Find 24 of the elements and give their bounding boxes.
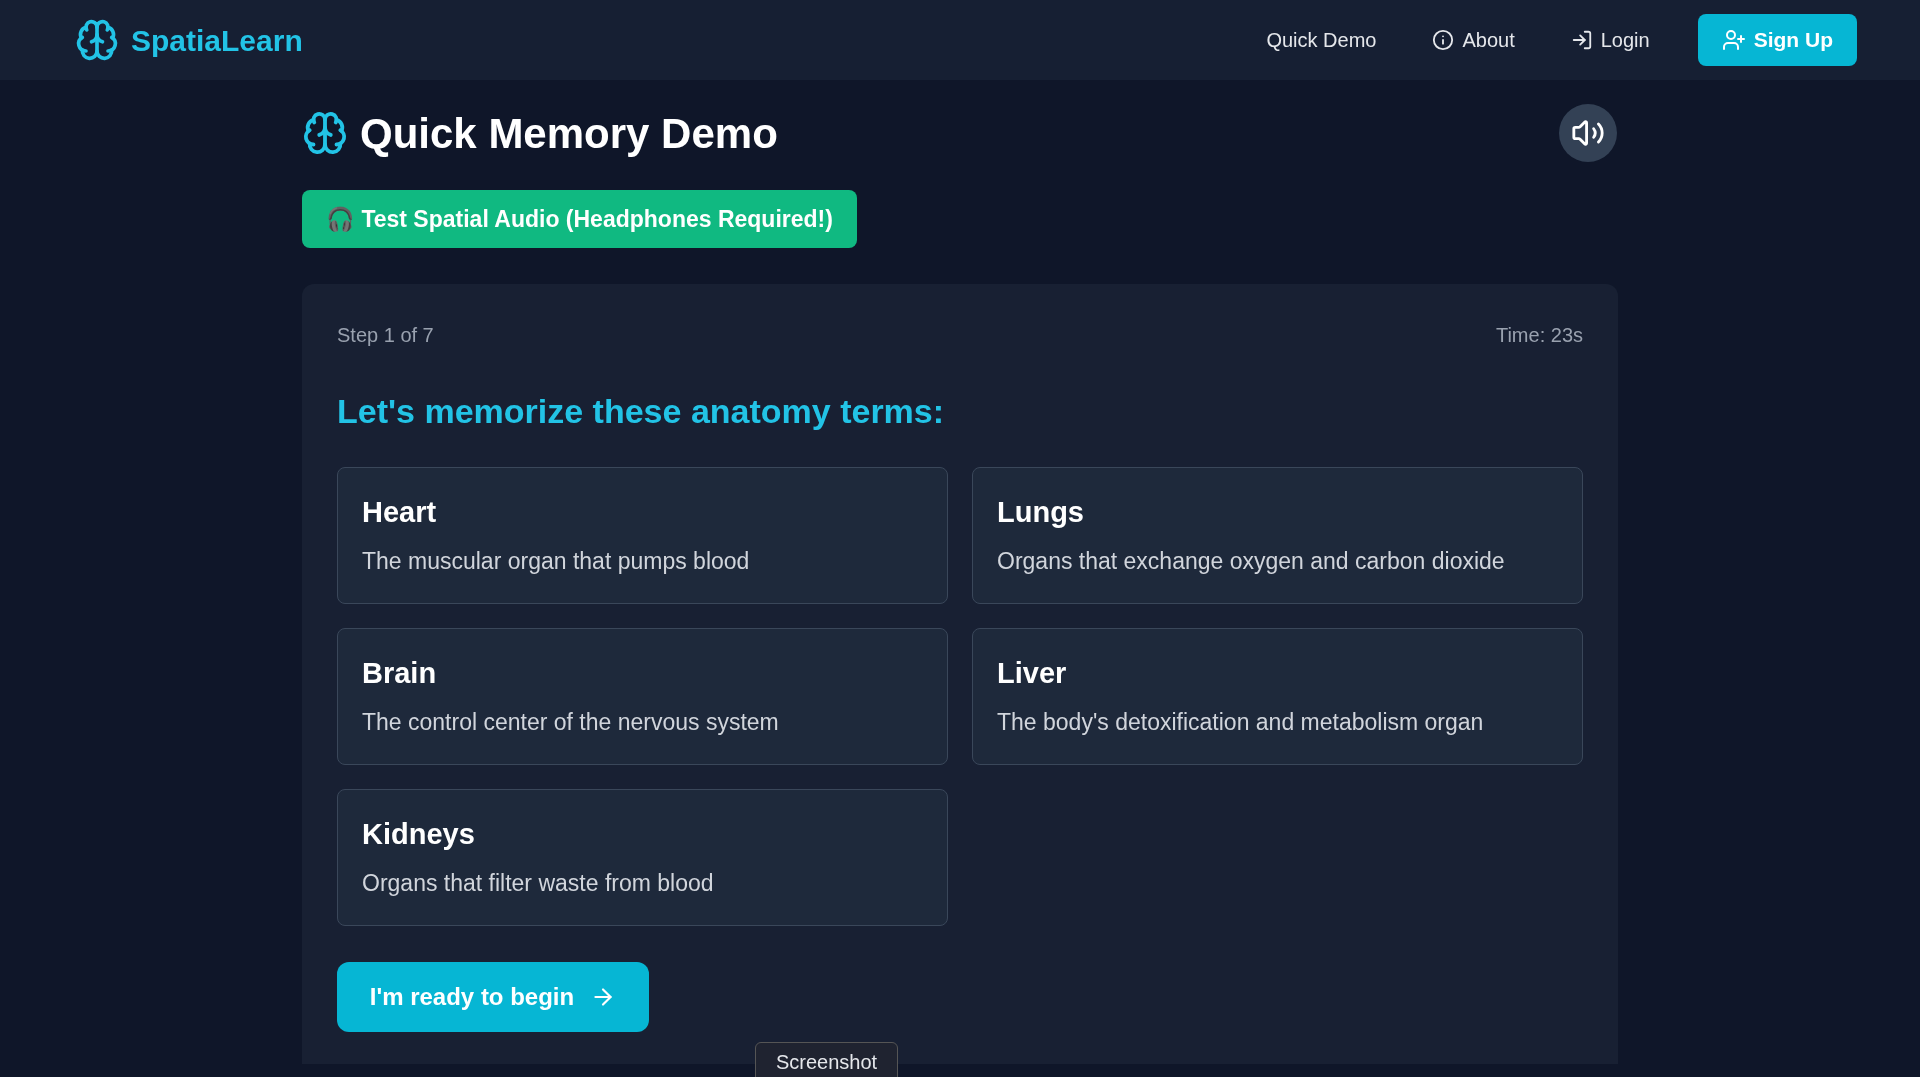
screenshot-tooltip: Screenshot <box>755 1042 899 1077</box>
section-heading: Let's memorize these anatomy terms: <box>337 391 946 432</box>
term-title: Lungs <box>997 495 1085 530</box>
nav-link[interactable]: Login <box>1554 17 1666 63</box>
term-definition: Organs that filter waste from blood <box>362 869 715 899</box>
login-icon <box>1570 29 1593 51</box>
term-title: Heart <box>362 495 438 530</box>
info-icon <box>1432 29 1455 51</box>
term-definition: The body's detoxification and metabolism organ <box>997 708 1485 738</box>
nav-link[interactable]: About <box>1416 17 1531 63</box>
brain-icon <box>302 110 348 156</box>
timer: Time: 23s <box>1495 323 1583 348</box>
step-counter: Step 1 of 7 <box>337 323 434 348</box>
term-title: Brain <box>362 656 438 691</box>
term-definition: Organs that exchange oxygen and carbon dioxide <box>997 547 1506 577</box>
term-definition: The control center of the nervous system <box>362 708 780 738</box>
page-title: Quick Memory Demo <box>360 108 778 159</box>
term-title: Kidneys <box>362 817 476 852</box>
brand-name: SpatiaLearn <box>131 22 303 59</box>
nav-link[interactable]: Quick Demo <box>1250 17 1393 63</box>
brain-logo-icon <box>75 18 119 62</box>
term-definition: The muscular organ that pumps blood <box>362 547 751 577</box>
term-title: Liver <box>997 656 1068 691</box>
user-plus-icon <box>1721 28 1746 52</box>
